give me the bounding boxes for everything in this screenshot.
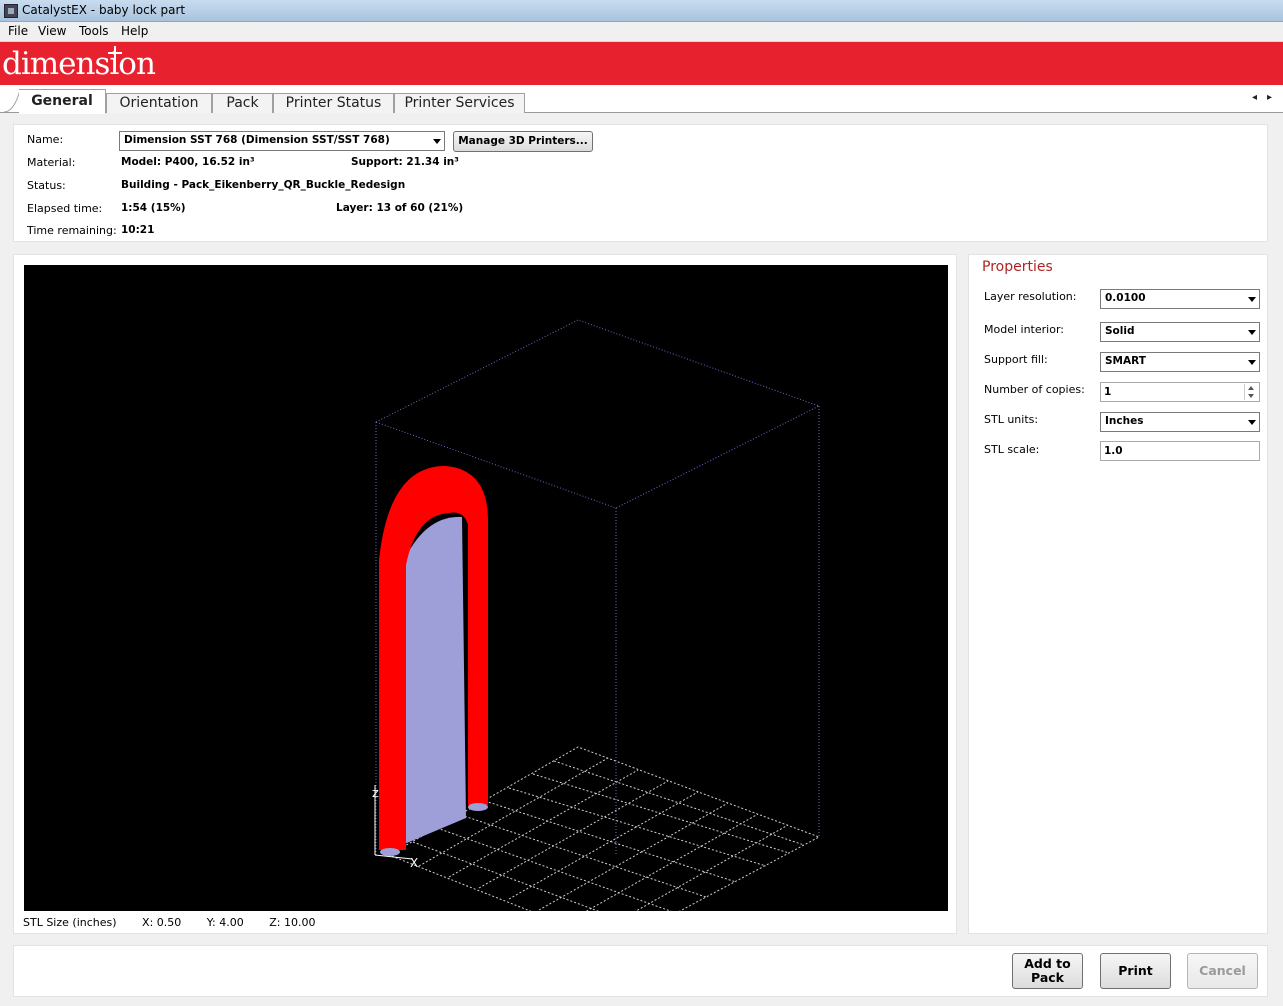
chevron-down-icon <box>1248 420 1256 425</box>
menu-tools[interactable]: Tools <box>75 24 113 38</box>
tab-printer-status[interactable]: Printer Status <box>273 93 394 113</box>
action-bar: Add to Pack Print Cancel <box>13 945 1268 997</box>
printer-info-panel: Name: Dimension SST 768 (Dimension SST/S… <box>13 124 1268 242</box>
elapsed-label: Elapsed time: <box>27 202 103 215</box>
title-bar: CatalystEX - baby lock part <box>0 0 1283 22</box>
menu-file[interactable]: File <box>4 24 32 38</box>
model-interior-value: Solid <box>1105 325 1135 337</box>
support-structure <box>402 516 466 845</box>
app-icon <box>4 4 18 18</box>
status-label: Status: <box>27 179 66 192</box>
material-label: Material: <box>27 156 76 169</box>
tab-strip: General Orientation Pack Printer Status … <box>0 85 1283 114</box>
cancel-button[interactable]: Cancel <box>1187 953 1258 989</box>
axis-x-label: X <box>410 856 418 870</box>
stl-size-y: Y: 4.00 <box>206 916 244 929</box>
3d-scene[interactable]: X Z <box>24 265 948 946</box>
stl-size-z: Z: 10.00 <box>269 916 316 929</box>
stl-units-value: Inches <box>1105 415 1144 427</box>
tab-pack[interactable]: Pack <box>212 93 273 113</box>
tab-general[interactable]: General <box>19 89 106 114</box>
stl-units-select[interactable]: Inches <box>1100 412 1260 432</box>
tab-orientation[interactable]: Orientation <box>106 93 212 113</box>
model-foot-right <box>468 803 488 811</box>
remaining-value: 10:21 <box>121 224 155 236</box>
model-interior-select[interactable]: Solid <box>1100 322 1260 342</box>
tab-printer-services[interactable]: Printer Services <box>394 93 525 113</box>
stl-scale-input[interactable]: 1.0 <box>1100 441 1260 461</box>
elapsed-value: 1:54 (15%) <box>121 202 186 214</box>
support-material-value: Support: 21.34 in³ <box>351 156 459 168</box>
status-value: Building - Pack_Eikenberry_QR_Buckle_Red… <box>121 179 406 191</box>
layer-resolution-label: Layer resolution: <box>984 290 1077 303</box>
stl-scale-label: STL scale: <box>984 443 1040 456</box>
menu-view[interactable]: View <box>34 24 70 38</box>
add-to-pack-label-line2: Pack <box>1031 970 1064 985</box>
copies-stepper[interactable]: 1 <box>1100 382 1260 402</box>
chevron-down-icon <box>1248 360 1256 365</box>
menu-bar: File View Tools Help <box>0 22 1283 42</box>
dimension-logo: dimension <box>2 46 156 82</box>
manage-printers-button[interactable]: Manage 3D Printers... <box>453 131 593 152</box>
copies-value: 1 <box>1104 386 1112 398</box>
support-fill-label: Support fill: <box>984 353 1048 366</box>
add-to-pack-button[interactable]: Add to Pack <box>1012 953 1083 989</box>
layer-progress-value: Layer: 13 of 60 (21%) <box>336 202 464 214</box>
support-fill-select[interactable]: SMART <box>1100 352 1260 372</box>
model-interior-label: Model interior: <box>984 323 1064 336</box>
stl-size-label: STL Size (inches) <box>23 916 117 929</box>
copies-label: Number of copies: <box>984 383 1085 396</box>
remaining-label: Time remaining: <box>27 224 117 237</box>
3d-viewport[interactable]: X Z <box>24 265 948 946</box>
logo-cross-icon <box>108 46 122 60</box>
model-material-value: Model: P400, 16.52 in³ <box>121 156 255 168</box>
chevron-down-icon <box>1248 330 1256 335</box>
stl-units-label: STL units: <box>984 413 1039 426</box>
brand-bar: dimension <box>0 42 1283 85</box>
chevron-down-icon <box>433 139 441 144</box>
print-button[interactable]: Print <box>1100 953 1171 989</box>
properties-title: Properties <box>982 259 1053 275</box>
chevron-down-icon <box>1248 297 1256 302</box>
name-label: Name: <box>27 133 64 146</box>
window-title: CatalystEX - baby lock part <box>22 3 186 17</box>
axis-z-label: Z <box>372 789 379 800</box>
printer-select-value: Dimension SST 768 (Dimension SST/SST 768… <box>124 134 390 146</box>
printer-select[interactable]: Dimension SST 768 (Dimension SST/SST 768… <box>119 131 445 151</box>
stl-size-x: X: 0.50 <box>142 916 182 929</box>
spin-arrows-icon[interactable] <box>1244 384 1258 400</box>
stl-size-readout: STL Size (inches) X: 0.50 Y: 4.00 Z: 10.… <box>23 916 337 929</box>
tab-scroll-left-icon[interactable]: ◂ <box>1252 92 1257 103</box>
stl-scale-value: 1.0 <box>1104 445 1123 457</box>
properties-panel: Properties Layer resolution: 0.0100 Mode… <box>968 254 1268 934</box>
viewport-panel: X Z STL Size (inches) X: 0.50 Y: 4.00 Z:… <box>13 254 957 946</box>
support-fill-value: SMART <box>1105 355 1146 367</box>
layer-resolution-value: 0.0100 <box>1105 292 1146 304</box>
tab-scroll-right-icon[interactable]: ▸ <box>1267 92 1272 103</box>
menu-help[interactable]: Help <box>117 24 152 38</box>
model-foot-left <box>380 848 400 856</box>
add-to-pack-label-line1: Add to <box>1024 956 1071 971</box>
layer-resolution-select[interactable]: 0.0100 <box>1100 289 1260 309</box>
